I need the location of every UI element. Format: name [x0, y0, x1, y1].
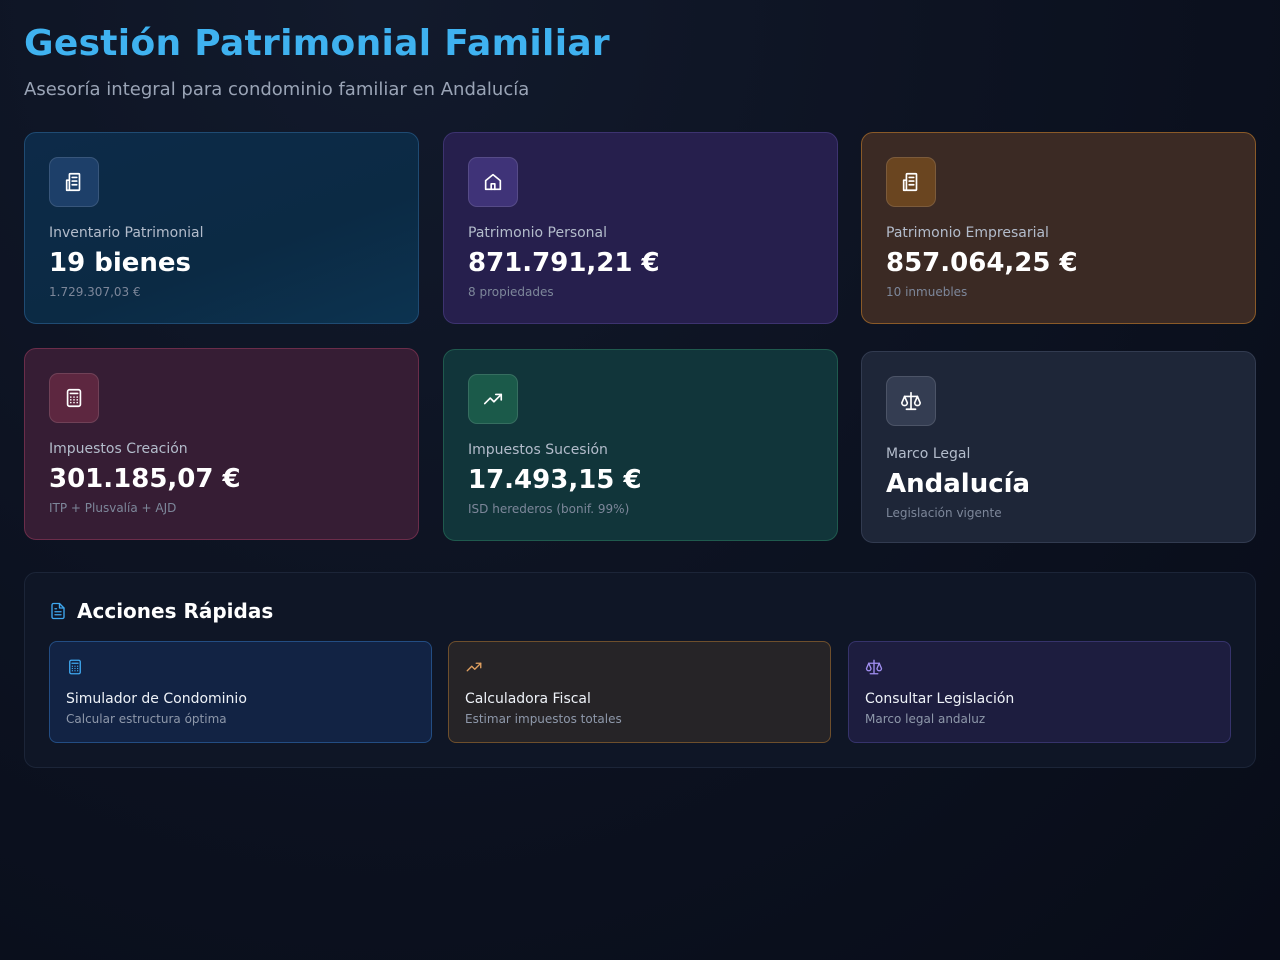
- card-sub: 1.729.307,03 €: [49, 285, 141, 299]
- trending-up-icon: [466, 662, 482, 672]
- card-patrimonio-empresarial[interactable]: Patrimonio Empresarial 857.064,25 € 10 i…: [861, 132, 1256, 324]
- quick-actions-title: Acciones Rápidas: [77, 599, 274, 623]
- calculator-icon: [69, 659, 81, 675]
- card-label: Patrimonio Empresarial: [886, 225, 1049, 241]
- card-value: 17.493,15 €: [468, 465, 642, 495]
- card-marco-legal[interactable]: Marco Legal Andalucía Legislación vigent…: [861, 351, 1256, 543]
- card-sub: ITP + Plusvalía + AJD: [49, 501, 177, 515]
- card-impuestos-sucesion[interactable]: Impuestos Sucesión 17.493,15 € ISD hered…: [443, 349, 838, 541]
- calculator-icon: [49, 373, 99, 423]
- card-patrimonio-personal[interactable]: Patrimonio Personal 871.791,21 € 8 propi…: [443, 132, 838, 324]
- simulador-condominio-button[interactable]: Simulador de Condominio Calcular estruct…: [49, 641, 432, 743]
- card-impuestos-creacion[interactable]: Impuestos Creación 301.185,07 € ITP + Pl…: [24, 348, 419, 540]
- page-subtitle: Asesoría integral para condominio famili…: [24, 79, 530, 100]
- card-value: 871.791,21 €: [468, 248, 660, 278]
- card-value: 301.185,07 €: [49, 464, 241, 494]
- building-icon: [49, 157, 99, 207]
- quick-actions-header: Acciones Rápidas: [49, 597, 1231, 625]
- action-subtitle: Estimar impuestos totales: [465, 712, 622, 726]
- card-label: Impuestos Creación: [49, 441, 188, 457]
- card-label: Inventario Patrimonial: [49, 225, 204, 241]
- scale-icon: [886, 376, 936, 426]
- action-subtitle: Marco legal andaluz: [865, 712, 986, 726]
- trending-up-icon: [468, 374, 518, 424]
- card-label: Marco Legal: [886, 446, 971, 462]
- card-value: 857.064,25 €: [886, 248, 1078, 278]
- card-inventario-patrimonial[interactable]: Inventario Patrimonial 19 bienes 1.729.3…: [24, 132, 419, 324]
- page-title: Gestión Patrimonial Familiar: [24, 23, 610, 64]
- building-icon: [886, 157, 936, 207]
- card-value: 19 bienes: [49, 248, 192, 278]
- quick-actions-panel: Acciones Rápidas Simulador de Condominio…: [24, 572, 1256, 768]
- card-label: Patrimonio Personal: [468, 225, 608, 241]
- home-icon: [468, 157, 518, 207]
- card-value: Andalucía: [886, 469, 1031, 499]
- document-icon: [51, 602, 65, 620]
- scale-icon: [865, 659, 883, 675]
- calculadora-fiscal-button[interactable]: Calculadora Fiscal Estimar impuestos tot…: [448, 641, 831, 743]
- card-sub: ISD herederos (bonif. 99%): [468, 502, 630, 516]
- action-subtitle: Calcular estructura óptima: [66, 712, 227, 726]
- page-header: Gestión Patrimonial Familiar Asesoría in…: [24, 24, 1256, 102]
- action-title: Consultar Legislación: [865, 691, 1015, 707]
- card-sub: Legislación vigente: [886, 506, 1002, 520]
- card-sub: 8 propiedades: [468, 285, 554, 299]
- action-title: Simulador de Condominio: [66, 691, 247, 707]
- card-sub: 10 inmuebles: [886, 285, 968, 299]
- card-label: Impuestos Sucesión: [468, 442, 608, 458]
- consultar-legislacion-button[interactable]: Consultar Legislación Marco legal andalu…: [848, 641, 1231, 743]
- action-title: Calculadora Fiscal: [465, 691, 591, 707]
